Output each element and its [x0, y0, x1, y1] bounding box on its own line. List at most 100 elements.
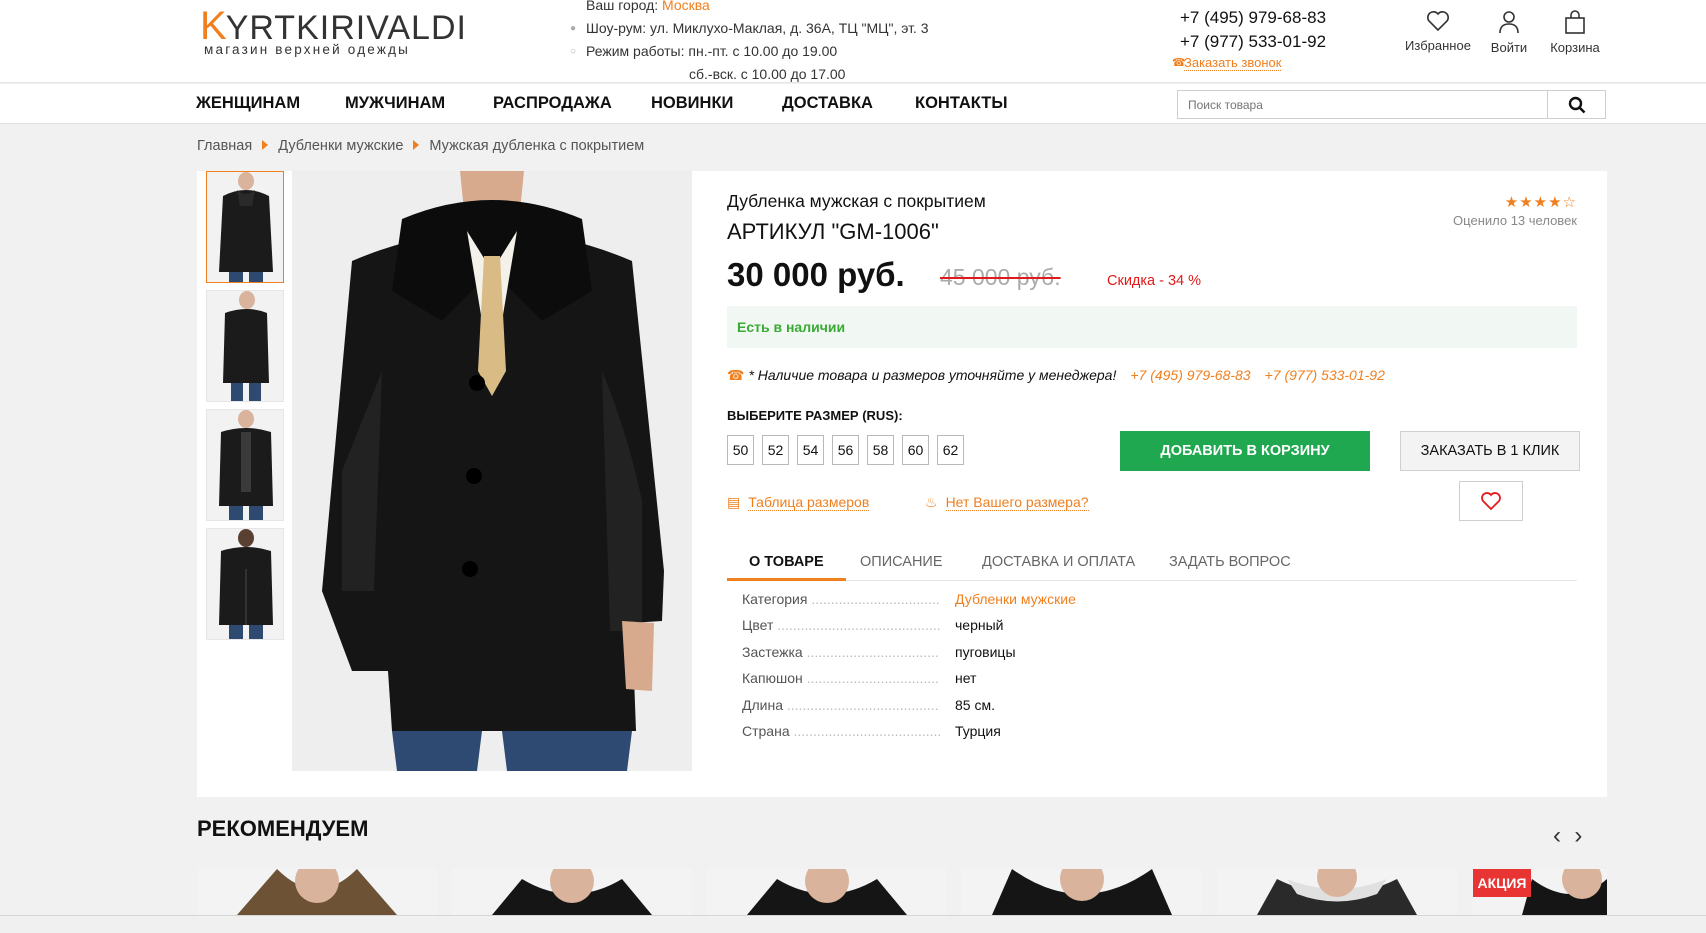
- product-card: Дубленка мужская с покрытием АРТИКУЛ "GM…: [197, 171, 1607, 797]
- stock-status: Есть в наличии: [727, 306, 1577, 348]
- rating-stars[interactable]: ★★★★☆: [1453, 193, 1577, 211]
- product-tabs: О ТОВАРЕ ОПИСАНИЕ ДОСТАВКА И ОПЛАТА ЗАДА…: [727, 551, 1577, 581]
- property-row: СтранаТурция: [742, 723, 1242, 749]
- star-filled-icon: ★: [1533, 194, 1549, 211]
- product-thumbnail[interactable]: [206, 528, 284, 640]
- size-option[interactable]: 58: [867, 435, 894, 465]
- one-click-order-button[interactable]: ЗАКАЗАТЬ В 1 КЛИК: [1400, 431, 1580, 471]
- favorites-button[interactable]: Избранное: [1400, 10, 1476, 53]
- category-link[interactable]: Дубленки мужские: [955, 591, 1076, 607]
- star-filled-icon: ★: [1519, 194, 1534, 211]
- size-option[interactable]: 50: [727, 435, 754, 465]
- chevron-right-icon[interactable]: ›: [1574, 822, 1582, 849]
- tab-description[interactable]: ОПИСАНИЕ: [838, 551, 965, 581]
- product-price: 30 000 руб.: [727, 256, 905, 293]
- nav-delivery[interactable]: ДОСТАВКА: [782, 94, 873, 113]
- user-icon: [1499, 11, 1519, 34]
- breadcrumb-category[interactable]: Дубленки мужские: [278, 138, 403, 154]
- recommend-title: РЕКОМЕНДУЕМ: [197, 816, 369, 841]
- add-to-favorites-button[interactable]: [1459, 481, 1523, 521]
- product-thumbnail[interactable]: [206, 290, 284, 402]
- breadcrumb-home[interactable]: Главная: [197, 138, 252, 154]
- size-label: ВЫБЕРИТЕ РАЗМЕР (RUS):: [727, 408, 903, 423]
- bag-icon: [1565, 10, 1585, 34]
- recommend-item[interactable]: [197, 869, 437, 915]
- nav-women[interactable]: ЖЕНЩИНАМ: [196, 94, 300, 113]
- property-row: Цветчерный: [742, 617, 1242, 643]
- rating-count: Оценило 13 человек: [1453, 213, 1577, 228]
- nav-sale[interactable]: РАСПРОДАЖА: [493, 94, 612, 113]
- bell-icon: ♨: [925, 494, 938, 510]
- size-option[interactable]: 52: [762, 435, 789, 465]
- no-size-link[interactable]: ♨ Нет Вашего размера?: [925, 494, 1089, 511]
- working-hours-weekend: сб.-вск. с 10.00 до 17.00: [689, 66, 846, 82]
- note-phone-1[interactable]: +7 (495) 979-68-83: [1130, 367, 1250, 383]
- size-option[interactable]: 56: [832, 435, 859, 465]
- product-subtitle: Дубленка мужская с покрытием: [727, 191, 986, 211]
- header-phones: +7 (495) 979-68-83 +7 (977) 533-01-92: [1180, 6, 1326, 54]
- heart-icon: [1427, 11, 1449, 32]
- store-info: Ваш город: Москва ● Шоу-рум: ул. Миклухо-…: [568, 0, 988, 86]
- carousel-arrows: ‹ ›: [1553, 822, 1582, 850]
- cart-label: Корзина: [1550, 40, 1600, 55]
- cart-button[interactable]: Корзина: [1545, 10, 1605, 55]
- product-rating[interactable]: ★★★★☆ Оценило 13 человек: [1453, 193, 1577, 228]
- site-header: KYRTKIRIVALDI магазин верхней одежды Ваш…: [0, 0, 1706, 83]
- login-button[interactable]: Войти: [1484, 10, 1534, 55]
- location-pin-icon: ●: [570, 23, 577, 34]
- favorites-label: Избранное: [1405, 38, 1471, 53]
- property-row: Застежкапуговицы: [742, 644, 1242, 670]
- size-option[interactable]: 54: [797, 435, 824, 465]
- breadcrumb-current: Мужская дубленка с покрытием: [429, 138, 645, 154]
- callback-link[interactable]: ☎ Заказать звонок: [1172, 56, 1282, 71]
- product-old-price: 45 000 руб.: [940, 264, 1061, 290]
- search-button[interactable]: [1547, 91, 1605, 118]
- working-hours: Режим работы: пн.-пт. с 10.00 до 19.00: [586, 43, 838, 59]
- breadcrumb: Главная Дубленки мужские Мужская дубленка …: [197, 138, 644, 154]
- phone-2[interactable]: +7 (977) 533-01-92: [1180, 30, 1326, 54]
- availability-note: ☎ * Наличие товара и размеров уточняйте у…: [727, 367, 1385, 383]
- property-row: Длина85 см.: [742, 697, 1242, 723]
- heart-icon: [1481, 492, 1501, 511]
- clock-icon: ○: [570, 46, 577, 57]
- note-phone-2[interactable]: +7 (977) 533-01-92: [1265, 367, 1385, 383]
- showroom-address: Шоу-рум: ул. Миклухо-Маклая, д. 36А, ТЦ …: [586, 20, 929, 36]
- phone-icon: ☎: [1172, 57, 1186, 69]
- phone-icon: ☎: [727, 367, 745, 383]
- size-option[interactable]: 60: [902, 435, 929, 465]
- chevron-right-icon: [413, 140, 420, 150]
- nav-contacts[interactable]: КОНТАКТЫ: [915, 94, 1008, 113]
- tab-delivery[interactable]: ДОСТАВКА И ОПЛАТА: [960, 551, 1157, 581]
- property-row: КатегорияДубленки мужские: [742, 591, 1242, 617]
- tab-about[interactable]: О ТОВАРЕ: [727, 551, 846, 581]
- size-option[interactable]: 62: [937, 435, 964, 465]
- size-table-link[interactable]: ▤ Таблица размеров: [727, 494, 870, 511]
- product-thumbnail[interactable]: [206, 409, 284, 521]
- recommend-item[interactable]: [707, 869, 947, 915]
- chevron-left-icon[interactable]: ‹: [1553, 822, 1561, 849]
- search-input[interactable]: [1178, 91, 1548, 118]
- product-title: АРТИКУЛ "GM-1006": [727, 219, 939, 244]
- recommend-item[interactable]: [452, 869, 692, 915]
- tab-ask-question[interactable]: ЗАДАТЬ ВОПРОС: [1147, 551, 1313, 581]
- city-select[interactable]: Москва: [662, 0, 710, 13]
- recommend-item[interactable]: [962, 869, 1202, 915]
- search-box: [1177, 90, 1606, 119]
- ruler-icon: ▤: [727, 494, 741, 510]
- nav-new[interactable]: НОВИНКИ: [651, 94, 733, 113]
- product-thumbnail[interactable]: [206, 171, 284, 283]
- city-label: Ваш город:: [586, 0, 659, 13]
- star-filled-icon: ★: [1504, 194, 1520, 211]
- nav-men[interactable]: МУЖЧИНАМ: [345, 94, 445, 113]
- discount-label: Скидка - 34 %: [1107, 273, 1202, 289]
- product-main-image[interactable]: [292, 171, 692, 771]
- site-logo[interactable]: KYRTKIRIVALDI магазин верхней одежды: [200, 4, 466, 57]
- phone-1[interactable]: +7 (495) 979-68-83: [1180, 6, 1326, 30]
- add-to-cart-button[interactable]: ДОБАВИТЬ В КОРЗИНУ: [1120, 431, 1370, 471]
- logo-tagline: магазин верхней одежды: [204, 42, 411, 57]
- login-label: Войти: [1490, 40, 1528, 55]
- property-row: Капюшоннет: [742, 670, 1242, 696]
- recommend-item[interactable]: [1217, 869, 1457, 915]
- star-empty-icon: ☆: [1562, 194, 1577, 211]
- os-taskbar: [0, 915, 1706, 933]
